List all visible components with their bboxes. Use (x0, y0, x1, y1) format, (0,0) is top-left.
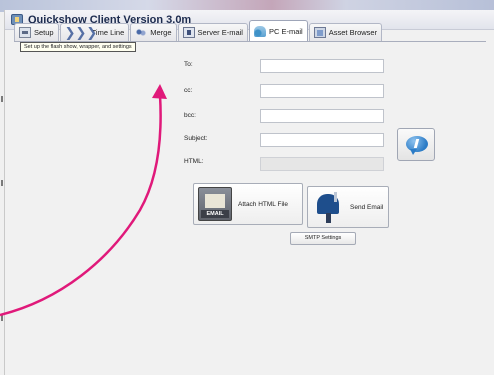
to-field[interactable] (260, 59, 384, 73)
timeline-icon: ❯❯❯ (64, 25, 98, 40)
html-file-field (260, 157, 384, 171)
tab-server-email[interactable]: Server E-mail (177, 23, 248, 41)
tooltip: Set up the flash show, wrapper, and sett… (20, 42, 136, 52)
subject-label: Subject: (184, 135, 208, 142)
merge-icon (135, 27, 148, 38)
html-label: HTML: (184, 158, 204, 165)
pc-email-icon (253, 25, 266, 37)
tab-bar: Setup ❯❯❯ Time Line Merge Server E-mail … (14, 20, 486, 42)
subject-field[interactable] (260, 133, 384, 147)
tab-label: Setup (34, 28, 54, 37)
mailbox-icon (314, 190, 344, 224)
attach-html-file-button[interactable]: EMAIL Attach HTML File (193, 183, 303, 225)
email-attachment-icon: EMAIL (198, 187, 232, 221)
tab-pc-email[interactable]: PC E-mail (248, 20, 308, 41)
tab-label: PC E-mail (268, 26, 303, 36)
cc-label: cc: (184, 87, 193, 94)
bcc-field[interactable] (260, 109, 384, 123)
tab-asset-browser[interactable]: Asset Browser (308, 23, 383, 41)
tab-label: Asset Browser (328, 28, 378, 37)
cc-field[interactable] (260, 84, 384, 98)
info-button[interactable] (397, 128, 435, 161)
info-bubble-icon (406, 136, 428, 155)
email-icon-tag: EMAIL (201, 210, 229, 218)
tab-label: Merge (150, 28, 172, 37)
send-email-label: Send Email (350, 203, 384, 211)
server-email-icon (182, 27, 195, 38)
asset-browser-icon (313, 27, 326, 38)
tab-time-line[interactable]: ❯❯❯ Time Line (59, 23, 130, 41)
to-label: To: (184, 61, 193, 68)
smtp-settings-button[interactable]: SMTP Settings (290, 232, 356, 245)
tab-merge[interactable]: Merge (130, 23, 177, 41)
tab-label: Server E-mail (197, 28, 243, 37)
attach-html-label: Attach HTML File (238, 200, 288, 208)
left-edge-marks (0, 60, 6, 360)
bcc-label: bcc: (184, 112, 196, 119)
setup-icon (19, 27, 31, 38)
send-email-button[interactable]: Send Email (307, 186, 389, 228)
tab-setup[interactable]: Setup (14, 23, 59, 41)
